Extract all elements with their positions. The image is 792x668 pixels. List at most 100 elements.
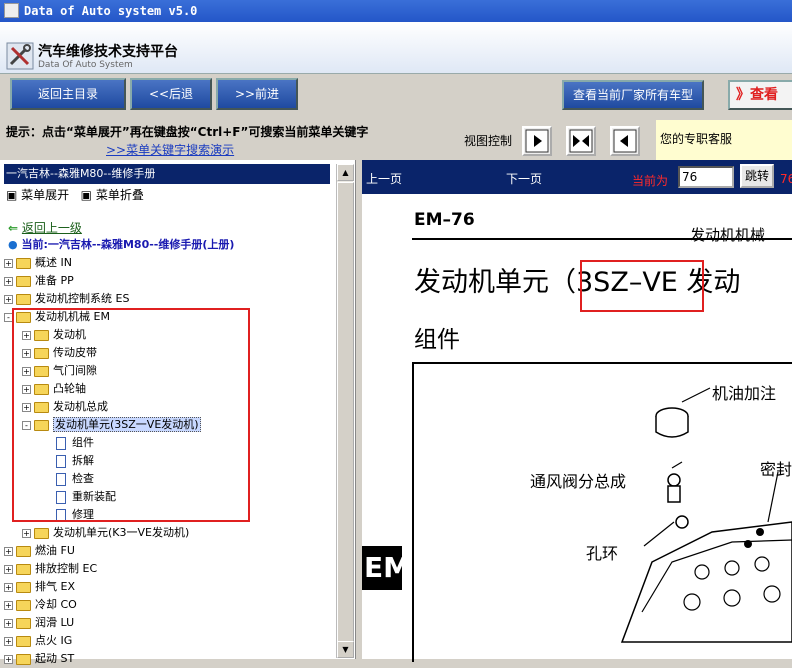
page-code: EM–76 [414,210,475,230]
side-tab-em: EM [362,546,411,590]
tree-label: 发动机控制系统 ES [35,292,130,305]
breadcrumb: 一汽吉林--森雅M80--维修手册 [4,164,330,184]
tree-label: 燃油 FU [35,544,75,557]
scroll-down-icon[interactable]: ▼ [337,641,354,658]
manual-page: EM–76 发动机机械 发动机单元（3SZ–VE 发动 组件 机油加注 通风阀分… [362,194,792,662]
all-models-button[interactable]: 查看当前厂家所有车型 [562,80,704,110]
home-button[interactable]: 返回主目录 [10,78,126,110]
platform-title: 汽车维修技术支持平台 [38,44,178,60]
highlight-box-heading [580,260,704,312]
arrow-right-icon [525,129,549,153]
tree-label: 发动机单元(K3一VE发动机) [53,526,190,539]
window-title: Data of Auto system v5.0 [24,4,198,18]
expand-menu-button[interactable]: 菜单展开 [21,188,69,202]
folder-icon [16,257,31,269]
toolbar: 返回主目录 <<后退 >>前进 查看当前厂家所有车型 》查看 [0,74,792,120]
engine-diagram [620,387,792,643]
tools-logo-icon [6,42,34,70]
collapse-menu-button[interactable]: 菜单折叠 [96,188,144,202]
expander-icon[interactable]: + [4,546,13,556]
tree-label: 点火 IG [35,634,73,647]
arrow-left-icon [613,129,637,153]
expand-menu-icon: ▣ [6,188,18,202]
tree-node-ex[interactable]: + 排气 EX [4,578,75,596]
green-arrow-icon: ⇐ [8,221,19,235]
tree-label: 冷却 CO [35,598,77,611]
expander-icon[interactable]: + [4,654,13,664]
page-total: 76 [780,172,792,186]
expand-right-button[interactable] [522,126,552,156]
header-rule [412,238,792,240]
folder-icon [34,527,49,539]
platform-subtitle: Data Of Auto System [38,60,133,70]
tree-label: 排气 EX [35,580,75,593]
view-control-label: 视图控制 [464,134,513,148]
expander-icon[interactable]: + [4,618,13,628]
split-arrows-icon [569,129,593,153]
app-icon [4,3,19,18]
tree-label: 润滑 LU [35,616,75,629]
expander-icon[interactable]: + [22,528,31,538]
tree-node-k3[interactable]: + 发动机单元(K3一VE发动机) [22,524,189,542]
next-page-link[interactable]: 下一页 [506,170,542,187]
folder-icon [16,275,31,287]
prev-page-link[interactable]: 上一页 [366,170,402,187]
expander-icon[interactable]: + [4,294,13,304]
jump-button[interactable]: 跳转 [740,164,774,188]
tree-node-ec[interactable]: + 排放控制 EC [4,560,97,578]
page-section: 发动机机械 [690,226,766,244]
scroll-up-icon[interactable]: ▲ [337,164,354,181]
folder-icon [16,563,31,575]
tree-label: 概述 IN [35,256,72,269]
split-view-button[interactable] [566,126,596,156]
menu-ops: ▣ 菜单展开 ▣ 菜单折叠 [6,186,144,203]
expander-icon[interactable]: + [4,582,13,592]
folder-icon [16,653,31,665]
current-page-label: 当前为 [632,174,669,188]
document-panel: 上一页 下一页 当前为 76 跳转 76 EM–76 发动机机械 发动机单元（3… [362,160,792,662]
expander-icon[interactable]: + [4,600,13,610]
highlight-box-tree [12,308,250,522]
expander-icon[interactable]: + [4,276,13,286]
back-button[interactable]: <<后退 [130,78,212,110]
back-up-label: 返回上一级 [21,221,82,235]
forward-button[interactable]: >>前进 [216,78,298,110]
back-up-link[interactable]: ⇐ 返回上一级 [8,219,82,236]
menu-scrollbar[interactable]: ▲ ▼ [336,164,354,658]
tree-node-co[interactable]: + 冷却 CO [4,596,77,614]
tree-node-es[interactable]: + 发动机控制系统 ES [4,290,129,308]
scroll-thumb[interactable] [337,182,354,642]
collapse-menu-icon: ▣ [80,188,92,202]
folder-icon [16,617,31,629]
app-header: 汽车维修技术支持平台 Data Of Auto System [0,22,792,74]
tree-node-fu[interactable]: + 燃油 FU [4,542,75,560]
tree-node-lu[interactable]: + 润滑 LU [4,614,74,632]
page-navbar: 上一页 下一页 当前为 76 跳转 76 [362,160,792,194]
tree-label: 准备 PP [35,274,74,287]
folder-icon [16,599,31,611]
tree-node-in[interactable]: + 概述 IN [4,254,72,272]
page-input[interactable]: 76 [678,166,734,188]
location-icon: ● [8,238,18,251]
expander-icon[interactable]: + [4,636,13,646]
menu-panel: 一汽吉林--森雅M80--维修手册 ▣ 菜单展开 ▣ 菜单折叠 ⇐ 返回上一级 … [0,160,356,665]
folder-icon [16,581,31,593]
page-subheading: 组件 [414,327,460,353]
folder-icon [16,635,31,647]
search-demo-link[interactable]: >>菜单关键字搜索演示 [106,141,234,158]
tree-node-pp[interactable]: + 准备 PP [4,272,74,290]
tree-label: 排放控制 EC [35,562,98,575]
expander-icon[interactable]: + [4,564,13,574]
title-bar: Data of Auto system v5.0 [0,0,792,22]
tree-node-st[interactable]: + 起动 ST [4,650,74,668]
folder-icon [16,545,31,557]
view-button[interactable]: 》查看 [728,80,792,110]
expand-left-button[interactable] [610,126,640,156]
folder-icon [16,293,31,305]
customer-service[interactable]: 您的专职客服 [656,120,792,160]
tree-node-ig[interactable]: + 点火 IG [4,632,72,650]
hint-text: 提示：点击“菜单展开”再在键盘按“Ctrl+F”可搜索当前菜单关键字 [6,125,369,139]
expander-icon[interactable]: + [4,258,13,268]
current-location-label: 当前:一汽吉林--森雅M80--维修手册(上册) [21,238,235,251]
current-location: ● 当前:一汽吉林--森雅M80--维修手册(上册) [8,236,234,252]
